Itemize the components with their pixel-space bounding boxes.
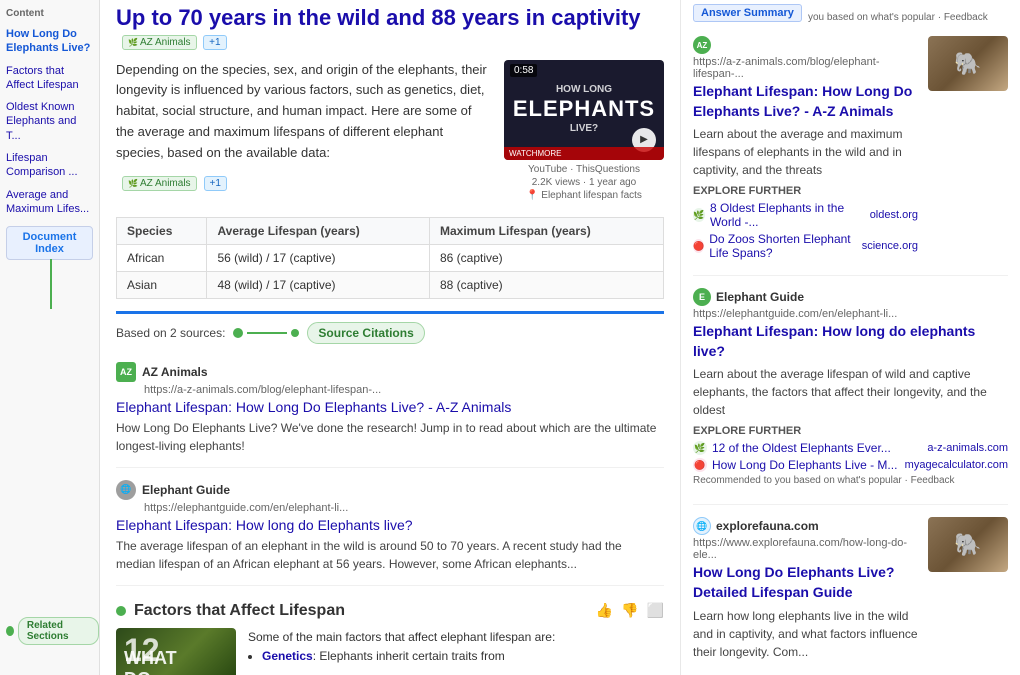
video-source: YouTube · ThisQuestions bbox=[504, 164, 664, 175]
sidebar-item-average[interactable]: Average and Maximum Lifes... bbox=[6, 186, 93, 219]
right-desc-guide: Learn about the average lifespan of wild… bbox=[693, 365, 1008, 419]
table-header-species: Species bbox=[117, 217, 207, 244]
right-link-az[interactable]: Elephant Lifespan: How Long Do Elephants… bbox=[693, 82, 918, 121]
source-citations-button[interactable]: Source Citations bbox=[307, 322, 424, 344]
source-desc-az: How Long Do Elephants Live? We've done t… bbox=[116, 419, 664, 455]
factors-text: Some of the main factors that affect ele… bbox=[248, 628, 555, 675]
source-name-guide: Elephant Guide bbox=[142, 483, 230, 497]
right-panel: Answer Summary you based on what's popul… bbox=[680, 0, 1020, 675]
source-item-az: AZ AZ Animals https://a-z-animals.com/bl… bbox=[116, 362, 664, 468]
table-header-average: Average Lifespan (years) bbox=[207, 217, 430, 244]
sidebar-item-comparison[interactable]: Lifespan Comparison ... bbox=[6, 149, 93, 182]
feedback-text-top: you based on what's popular · Feedback bbox=[808, 12, 988, 23]
source-link-az[interactable]: Elephant Lifespan: How Long Do Elephants… bbox=[116, 399, 664, 415]
right-url-guide: https://elephantguide.com/en/elephant-li… bbox=[693, 308, 1008, 320]
explore-link-oldest-ever[interactable]: 🌿 12 of the Oldest Elephants Ever... a-z… bbox=[693, 441, 1008, 455]
main-content: Up to 70 years in the wild and 88 years … bbox=[100, 0, 680, 675]
genetics-label: Genetics bbox=[262, 649, 313, 663]
right-link-guide[interactable]: Elephant Lifespan: How long do elephants… bbox=[693, 322, 1008, 361]
cell-max-2: 88 (captive) bbox=[429, 271, 663, 298]
factors-section: Factors that Affect Lifespan 👍 👎 ⬜ 12 WH… bbox=[116, 602, 664, 675]
az-badge-2[interactable]: 🌿 AZ Animals bbox=[122, 176, 197, 191]
right-thumb-explorefauna: 🐘 bbox=[928, 517, 1008, 572]
body-text: Depending on the species, sex, and origi… bbox=[116, 60, 492, 164]
right-item-az: AZ https://a-z-animals.com/blog/elephant… bbox=[693, 36, 1008, 276]
right-logo-az: AZ bbox=[693, 36, 711, 54]
video-duration: 0:58 bbox=[510, 64, 537, 77]
factors-heading: Factors that Affect Lifespan bbox=[134, 602, 345, 620]
sources-bar: Based on 2 sources: Source Citations bbox=[116, 311, 664, 352]
source-desc-guide: The average lifespan of an elephant in t… bbox=[116, 537, 664, 573]
cell-avg-2: 48 (wild) / 17 (captive) bbox=[207, 271, 430, 298]
lifespan-table: Species Average Lifespan (years) Maximum… bbox=[116, 217, 664, 299]
video-views: 2.2K views · 1 year ago bbox=[504, 177, 664, 188]
video-caption: 📍 Elephant lifespan facts bbox=[504, 190, 664, 201]
right-url-explorefauna: https://www.explorefauna.com/how-long-do… bbox=[693, 537, 918, 561]
right-logo-explorefauna: 🌐 bbox=[693, 517, 711, 535]
sources-label: Based on 2 sources: bbox=[116, 326, 225, 340]
source-name-az: AZ Animals bbox=[142, 365, 208, 379]
recommended-text: Recommended to you based on what's popul… bbox=[693, 475, 1008, 486]
right-item-guide: E Elephant Guide https://elephantguide.c… bbox=[693, 288, 1008, 505]
source-link-guide[interactable]: Elephant Lifespan: How long do Elephants… bbox=[116, 517, 664, 533]
sources-dots bbox=[233, 328, 299, 338]
table-row-african: African 56 (wild) / 17 (captive) 86 (cap… bbox=[117, 244, 664, 271]
explore-link-zoos[interactable]: 🔴 Do Zoos Shorten Elephant Life Spans? s… bbox=[693, 232, 918, 260]
right-item-explorefauna: 🌐 explorefauna.com https://www.explorefa… bbox=[693, 517, 1008, 675]
share-icon[interactable]: ⬜ bbox=[647, 602, 664, 619]
explore-link-oldest[interactable]: 🌿 8 Oldest Elephants in the World -... o… bbox=[693, 201, 918, 229]
az2-icon: 🌿 bbox=[693, 441, 707, 455]
source-url-guide: https://elephantguide.com/en/elephant-li… bbox=[144, 502, 664, 514]
right-link-explorefauna[interactable]: How Long Do Elephants Live? Detailed Lif… bbox=[693, 563, 918, 602]
source-logo-az: AZ bbox=[116, 362, 136, 382]
explore-further-label-az: EXPLORE FURTHER bbox=[693, 185, 918, 197]
explore-link-myage[interactable]: 🔴 How Long Do Elephants Live - M... myag… bbox=[693, 458, 1008, 472]
source-item-guide: 🌐 Elephant Guide https://elephantguide.c… bbox=[116, 480, 664, 586]
sidebar-item-how-long[interactable]: How Long Do Elephants Live? bbox=[6, 25, 93, 58]
az-badge[interactable]: 🌿 AZ Animals bbox=[122, 35, 197, 50]
cell-species-2: Asian bbox=[117, 271, 207, 298]
right-desc-explorefauna: Learn how long elephants live in the wil… bbox=[693, 607, 918, 661]
plus-badge[interactable]: +1 bbox=[203, 35, 226, 50]
oldest-icon: 🌿 bbox=[693, 208, 705, 222]
section-dot bbox=[116, 606, 126, 616]
right-url-az: https://a-z-animals.com/blog/elephant-li… bbox=[693, 56, 918, 80]
sidebar-item-oldest[interactable]: Oldest Known Elephants and T... bbox=[6, 98, 93, 145]
thumbs-up-icon[interactable]: 👍 bbox=[596, 602, 613, 619]
sidebar: Content How Long Do Elephants Live? Fact… bbox=[0, 0, 100, 675]
main-heading: Up to 70 years in the wild and 88 years … bbox=[116, 5, 641, 30]
cell-avg-1: 56 (wild) / 17 (captive) bbox=[207, 244, 430, 271]
factors-image: 12 WHATDO bbox=[116, 628, 236, 675]
right-desc-az: Learn about the average and maximum life… bbox=[693, 125, 918, 179]
document-index-badge[interactable]: Document Index bbox=[6, 226, 93, 260]
source-logo-guide: 🌐 bbox=[116, 480, 136, 500]
right-logo-guide: E bbox=[693, 288, 711, 306]
table-row-asian: Asian 48 (wild) / 17 (captive) 88 (capti… bbox=[117, 271, 664, 298]
thumbs-down-icon[interactable]: 👎 bbox=[621, 602, 638, 619]
sidebar-content-label: Content bbox=[6, 8, 93, 19]
explore-further-label-guide: EXPLORE FURTHER bbox=[693, 425, 1008, 437]
cell-species-1: African bbox=[117, 244, 207, 271]
source-url-az: https://a-z-animals.com/blog/elephant-li… bbox=[144, 384, 664, 396]
clock-icon: 🔴 bbox=[693, 458, 707, 472]
answer-summary-badge: Answer Summary bbox=[693, 4, 802, 22]
table-header-max: Maximum Lifespan (years) bbox=[429, 217, 663, 244]
right-thumb-az: 🐘 bbox=[928, 36, 1008, 91]
video-thumbnail[interactable]: 0:58 HOW LONG ELEPHANTS LIVE? ▶ WATCHMOR… bbox=[504, 60, 664, 201]
cell-max-1: 86 (captive) bbox=[429, 244, 663, 271]
related-sections-badge: Related Sections bbox=[18, 617, 99, 645]
sidebar-item-factors[interactable]: Factors that Affect Lifespan bbox=[6, 62, 93, 95]
zoo-icon: 🔴 bbox=[693, 239, 704, 253]
plus-badge-2[interactable]: +1 bbox=[204, 176, 227, 191]
